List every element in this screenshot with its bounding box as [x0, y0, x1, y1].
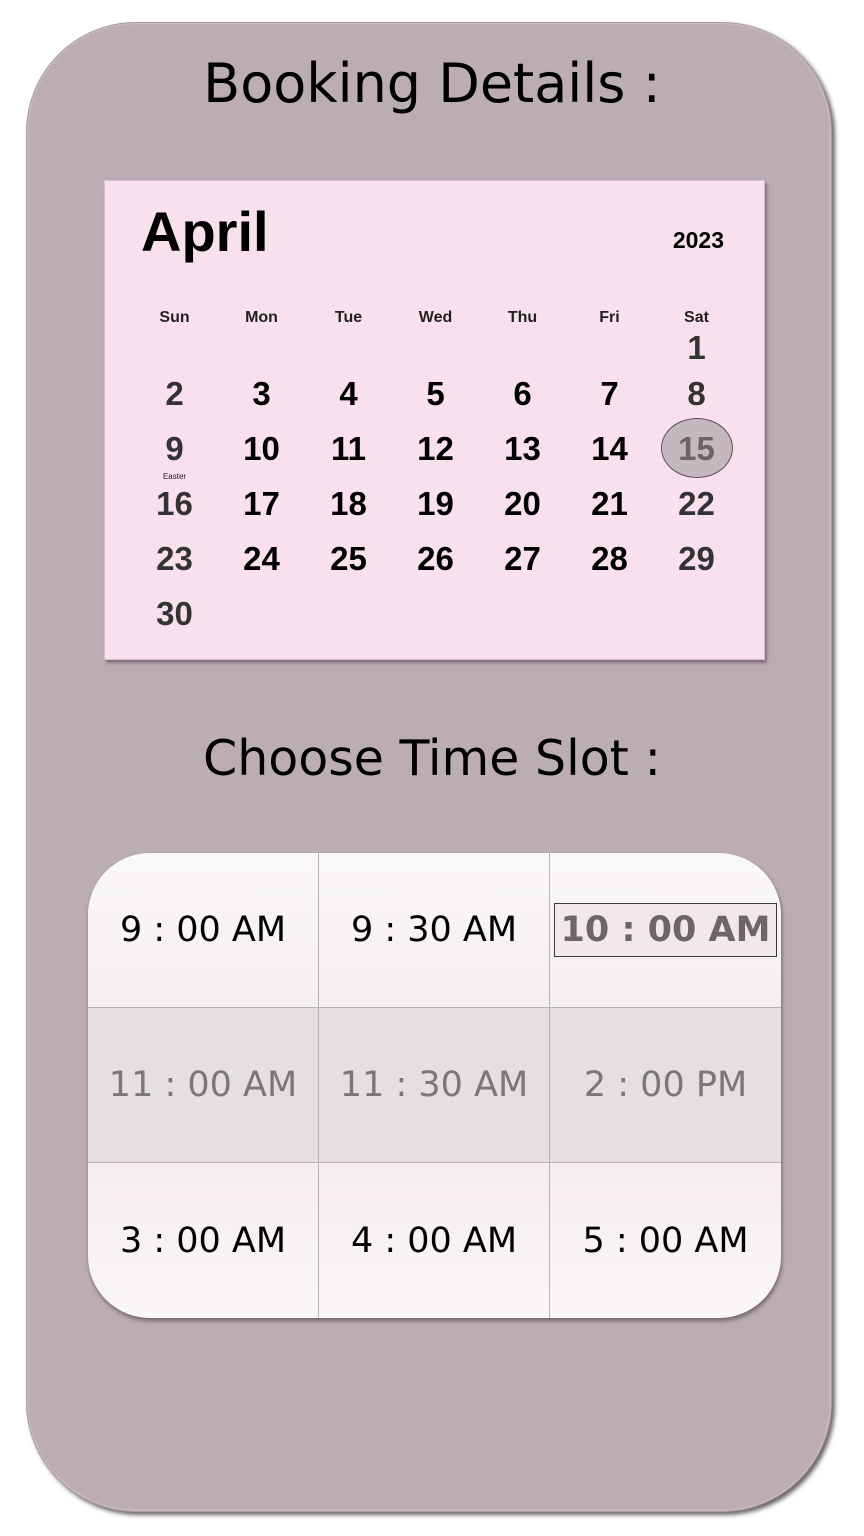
calendar-day-1[interactable]: 1	[653, 329, 740, 366]
calendar-day-number: 11	[331, 430, 366, 467]
calendar-day-3[interactable]: 3	[218, 366, 305, 421]
calendar-blank-cell	[479, 329, 566, 366]
calendar-day-number: 30	[156, 595, 193, 632]
weekday-header-mon: Mon	[245, 309, 278, 326]
calendar-day-6[interactable]: 6	[479, 366, 566, 421]
calendar-day-28[interactable]: 28	[566, 531, 653, 586]
calendar-day-25[interactable]: 25	[305, 531, 392, 586]
calendar-year: 2023	[672, 227, 724, 253]
calendar-day-number: 17	[243, 485, 280, 522]
time-slot-label: 11 : 30 AM	[339, 1065, 529, 1105]
calendar-day-4[interactable]: 4	[305, 366, 392, 421]
calendar-day-21[interactable]: 21	[566, 476, 653, 531]
calendar-day-20[interactable]: 20	[479, 476, 566, 531]
calendar-blank-cell	[392, 329, 479, 366]
calendar-blank-cell	[131, 329, 218, 366]
calendar-day-12[interactable]: 12	[392, 421, 479, 476]
calendar-day-22[interactable]: 22	[653, 476, 740, 531]
booking-details-heading: Booking Details :	[203, 52, 661, 115]
calendar-day-15-selected[interactable]: 15	[653, 418, 740, 478]
calendar-day-number: 28	[591, 540, 628, 577]
calendar-day-2[interactable]: 2	[131, 366, 218, 421]
calendar-month: April	[141, 200, 269, 263]
calendar-day-number: 10	[243, 430, 280, 467]
calendar-day-number: 12	[417, 430, 454, 467]
calendar-day-5[interactable]: 5	[392, 366, 479, 421]
calendar-day-number: 5	[426, 375, 445, 412]
calendar-day-19[interactable]: 19	[392, 476, 479, 531]
calendar-day-number: 13	[504, 430, 541, 467]
calendar-day-23[interactable]: 23	[131, 531, 218, 586]
calendar-day-number: 29	[678, 540, 715, 577]
time-slot-label: 4 : 00 AM	[350, 1220, 518, 1261]
calendar-day-number: 6	[513, 375, 532, 412]
calendar-day-9[interactable]: 9 Easter	[131, 421, 218, 481]
calendar-day-number: 25	[330, 540, 367, 577]
calendar-day-number: 26	[417, 540, 454, 577]
calendar-day-number: 23	[156, 540, 193, 577]
calendar-day-number: 7	[600, 375, 619, 412]
calendar-grid: Sun Mon Tue Wed Thu Fri Sat 1 2 3 4 5 6 7 8 9 Easter 10 11…	[131, 307, 740, 641]
calendar-day-11[interactable]: 11	[305, 421, 392, 476]
calendar-day-30[interactable]: 30	[131, 586, 218, 641]
calendar-blank-cell	[566, 329, 653, 366]
calendar-day-number: 1	[687, 329, 706, 366]
calendar-day-number: 20	[504, 485, 541, 522]
time-slot-11-30-am: 11 : 30 AM	[319, 1008, 550, 1163]
calendar-day-29[interactable]: 29	[653, 531, 740, 586]
time-slot-label: 9 : 30 AM	[350, 910, 518, 950]
calendar-day-24[interactable]: 24	[218, 531, 305, 586]
calendar-day-number: 2	[165, 375, 184, 412]
calendar-day-number: 15	[660, 418, 733, 478]
time-slot-label: 9 : 00 AM	[119, 910, 287, 950]
time-slot-label: 11 : 00 AM	[108, 1065, 298, 1105]
time-slot-3-00-am[interactable]: 3 : 00 AM	[88, 1163, 319, 1318]
weekday-header-thu: Thu	[507, 309, 538, 326]
calendar-day-7[interactable]: 7	[566, 366, 653, 421]
time-slot-9-00-am[interactable]: 9 : 00 AM	[88, 853, 319, 1008]
calendar-day-number: 14	[591, 430, 628, 467]
calendar-day-number: 4	[339, 375, 358, 412]
time-slot-4-00-am[interactable]: 4 : 00 AM	[319, 1163, 550, 1318]
calendar-day-14[interactable]: 14	[566, 421, 653, 476]
time-slot-9-30-am[interactable]: 9 : 30 AM	[319, 853, 550, 1008]
calendar-day-13[interactable]: 13	[479, 421, 566, 476]
calendar-blank-cell	[305, 329, 392, 366]
time-slot-label: 2 : 00 PM	[583, 1065, 748, 1105]
calendar-day-8[interactable]: 8	[653, 366, 740, 421]
calendar-day-18[interactable]: 18	[305, 476, 392, 531]
calendar-day-number: 27	[504, 540, 541, 577]
calendar-day-16[interactable]: 16	[131, 476, 218, 531]
weekday-header-sat: Sat	[684, 309, 709, 326]
calendar: April 2023 Sun Mon Tue Wed Thu Fri Sat 1 2 3 4 5 6 7 8…	[104, 180, 765, 660]
time-slot-label: 5 : 00 AM	[582, 1220, 749, 1261]
calendar-day-number: 19	[417, 485, 454, 522]
calendar-day-number: 9	[165, 430, 184, 467]
weekday-header-fri: Fri	[599, 309, 620, 326]
calendar-day-number: 8	[687, 375, 706, 412]
calendar-day-number: 3	[252, 375, 271, 412]
time-slot-10-00-am-selected[interactable]: 10 : 00 AM	[550, 853, 781, 1008]
calendar-day-number: 24	[243, 540, 280, 577]
calendar-day-number: 16	[156, 485, 193, 522]
time-slot-5-00-am[interactable]: 5 : 00 AM	[550, 1163, 781, 1318]
time-slot-2-00-pm: 2 : 00 PM	[550, 1008, 781, 1163]
weekday-header-sun: Sun	[159, 309, 190, 326]
choose-time-slot-heading: Choose Time Slot :	[203, 730, 661, 787]
calendar-day-17[interactable]: 17	[218, 476, 305, 531]
calendar-day-number: 22	[678, 485, 715, 522]
time-slot-label: 3 : 00 AM	[119, 1220, 287, 1261]
time-slot-11-00-am: 11 : 00 AM	[88, 1008, 319, 1163]
time-slot-grid: 9 : 00 AM 9 : 30 AM 10 : 00 AM 11 : 00 AM 11…	[88, 853, 781, 1318]
calendar-day-26[interactable]: 26	[392, 531, 479, 586]
calendar-day-27[interactable]: 27	[479, 531, 566, 586]
weekday-header-tue: Tue	[334, 309, 363, 326]
calendar-day-number: 18	[330, 485, 367, 522]
time-slot-label: 10 : 00 AM	[553, 903, 778, 957]
calendar-day-10[interactable]: 10	[218, 421, 305, 476]
calendar-blank-cell	[218, 329, 305, 366]
calendar-day-number: 21	[591, 485, 628, 522]
weekday-header-wed: Wed	[418, 309, 453, 326]
